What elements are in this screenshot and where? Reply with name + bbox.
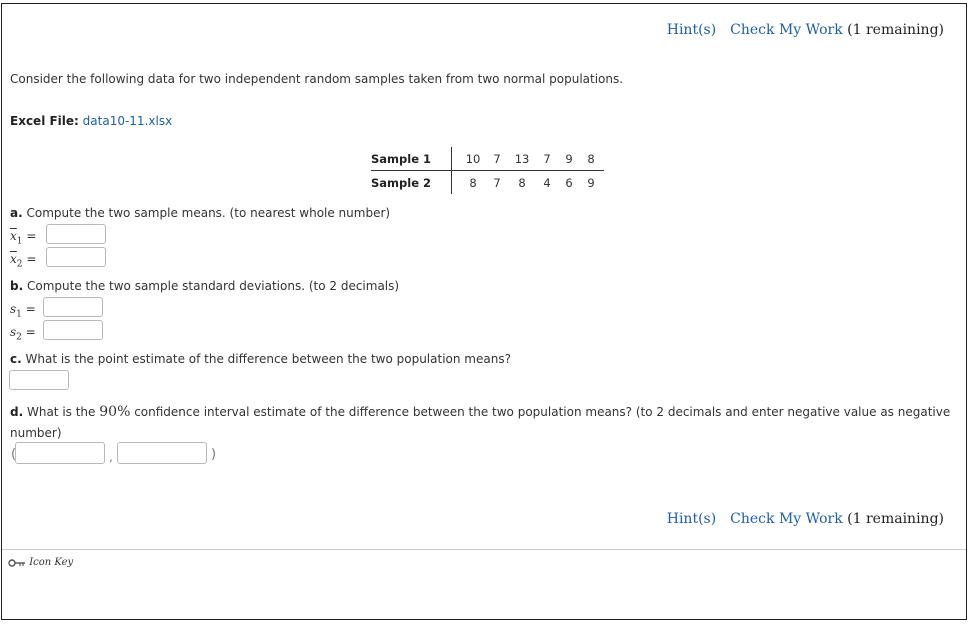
part-d-prompt: d. What is the 90% confidence interval e… (10, 402, 955, 444)
interval-upper-input[interactable] (117, 442, 207, 464)
part-b-letter: b. (10, 279, 24, 293)
check-my-work-link[interactable]: Check My Work (730, 22, 843, 38)
sample2-value: 4 (543, 175, 551, 190)
excel-file-line: Excel File: data10-11.xlsx (10, 114, 172, 128)
table-row: Sample 1 10 7 13 7 9 8 (371, 147, 605, 171)
part-d-text-before: What is the (26, 405, 100, 419)
sample2-value: 9 (587, 175, 595, 190)
sample1-value: 7 (493, 151, 501, 166)
excel-file-link[interactable]: data10-11.xlsx (83, 114, 173, 128)
key-icon (8, 558, 25, 567)
s1-label: s1 = (10, 302, 36, 320)
question-intro: Consider the following data for two inde… (10, 72, 624, 86)
sample2-values: 8 7 8 469 (451, 170, 605, 194)
sample1-value: 7 (543, 151, 551, 166)
part-c-letter: c. (10, 352, 22, 366)
table-row: Sample 2 8 7 8 469 (371, 170, 605, 194)
sample2-value: 7 (493, 175, 501, 190)
sample1-value: 8 (587, 151, 595, 166)
interval-comma: , (109, 450, 113, 464)
part-d-text-after: confidence interval estimate of the diff… (10, 405, 951, 440)
remaining-count: (1 remaining) (847, 22, 944, 38)
sample2-label: Sample 2 (371, 175, 432, 190)
x2-bar-label: x2 = (10, 252, 37, 270)
icon-key[interactable]: Icon Key (8, 557, 73, 568)
sample2-value: 8 (518, 175, 526, 190)
part-a-text: Compute the two sample means. (to neares… (26, 206, 391, 220)
x1-bar-label: x1 = (10, 229, 37, 247)
part-c-text: What is the point estimate of the differ… (25, 352, 511, 366)
part-d-letter: d. (10, 405, 24, 419)
part-c-prompt: c. What is the point estimate of the dif… (10, 352, 511, 366)
part-b-text: Compute the two sample standard deviatio… (26, 279, 400, 293)
sample1-value: 10 (465, 151, 481, 166)
sample2-value: 6 (565, 175, 573, 190)
sample1-label: Sample 1 (371, 147, 452, 171)
footer-divider (2, 549, 966, 550)
s1-input[interactable] (43, 297, 103, 317)
part-a-letter: a. (10, 206, 23, 220)
part-b-prompt: b. Compute the two sample standard devia… (10, 279, 399, 293)
confidence-percent: 90% (99, 404, 131, 420)
s2-label: s2 = (10, 325, 36, 343)
hints-link[interactable]: Hint(s) (667, 22, 716, 38)
hints-link[interactable]: Hint(s) (667, 511, 716, 527)
hint-bar-top: Hint(s) Check My Work (1 remaining) (667, 22, 944, 38)
sample2-value: 8 (469, 175, 477, 190)
sample1-value: 13 (514, 151, 530, 166)
hint-bar-bottom: Hint(s) Check My Work (1 remaining) (667, 511, 944, 527)
icon-key-label: Icon Key (29, 557, 74, 568)
interval-close-paren: ) (211, 447, 217, 462)
point-estimate-input[interactable] (9, 370, 69, 390)
s2-input[interactable] (43, 320, 103, 340)
x1-bar-input[interactable] (46, 224, 106, 244)
sample1-values: 10 7 13 7 9 8 (451, 147, 605, 171)
interval-lower-input[interactable] (15, 442, 105, 464)
question-frame: Hint(s) Check My Work (1 remaining) Consi… (1, 3, 967, 620)
check-my-work-link[interactable]: Check My Work (730, 511, 843, 527)
remaining-count: (1 remaining) (847, 511, 944, 527)
x2-bar-input[interactable] (46, 247, 106, 267)
excel-file-label: Excel File: (10, 114, 79, 128)
sample1-value: 9 (565, 151, 573, 166)
part-a-prompt: a. Compute the two sample means. (to nea… (10, 206, 390, 220)
sample-data-table: Sample 1 10 7 13 7 9 8 Sample 2 878469 (371, 147, 605, 194)
